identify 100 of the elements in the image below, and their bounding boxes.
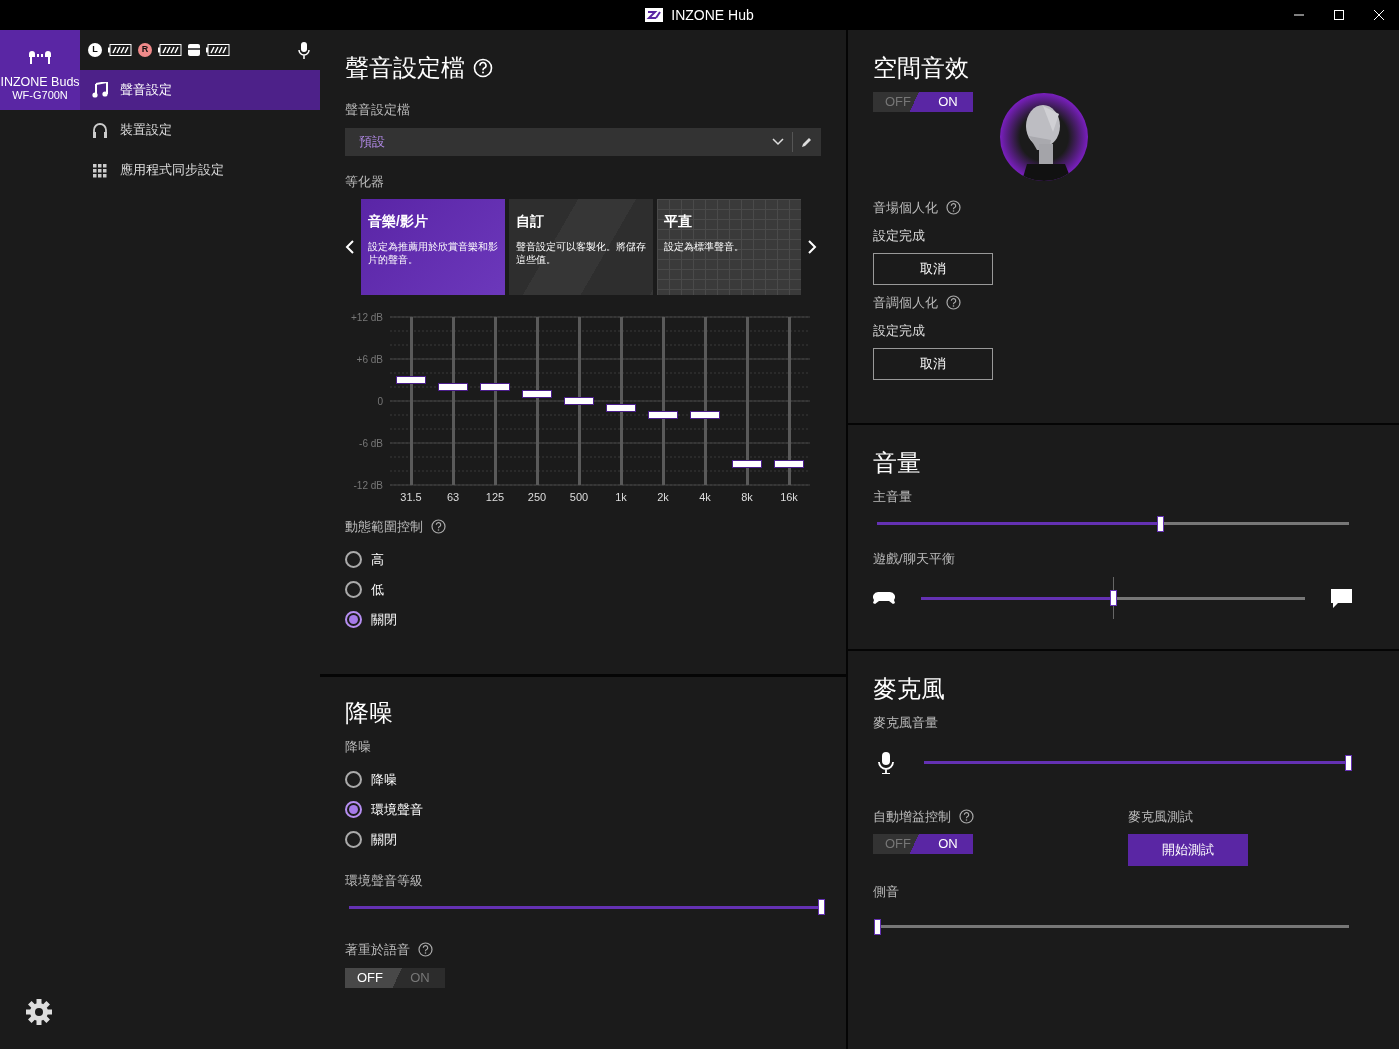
device-model: WF-G700N	[12, 89, 68, 102]
setting-label: 音調個人化	[873, 294, 938, 312]
microphone-icon[interactable]	[298, 41, 310, 59]
slider-thumb[interactable]	[396, 376, 426, 384]
earbud-indicator: L	[88, 43, 102, 57]
section-title: 麥克風	[873, 674, 946, 704]
radio-button[interactable]	[345, 831, 362, 848]
toggle-switch[interactable]: OFF ON	[873, 92, 973, 112]
chat-bubble-icon	[1331, 588, 1352, 608]
logo-icon	[645, 8, 664, 22]
section-title: 聲音設定檔	[345, 53, 465, 83]
headphones-icon	[92, 121, 108, 139]
slider-thumb[interactable]	[732, 460, 762, 468]
chevron-right-icon[interactable]	[805, 239, 819, 255]
scale-label: -6 dB	[359, 438, 383, 449]
band-label: 63	[446, 490, 460, 504]
preset-description: 聲音設定可以客製化。將儲存這些值。	[516, 240, 646, 266]
nav-item[interactable]: 聲音設定	[80, 70, 320, 110]
setting-label: 自動增益控制	[873, 807, 951, 826]
band-label: 31.5	[400, 490, 422, 504]
slider-thumb[interactable]	[774, 460, 804, 468]
preset-title: 音樂/影片	[368, 212, 429, 231]
toggle-switch[interactable]: OFF ON	[873, 834, 973, 854]
gamepad-icon	[873, 591, 895, 605]
device-tile[interactable]: INZONE Buds WF-G700N	[0, 30, 80, 110]
close-icon[interactable]	[1374, 10, 1384, 20]
device-name: INZONE Buds	[0, 75, 80, 89]
slider-label: 側音	[873, 883, 900, 901]
band-label: 250	[527, 490, 547, 504]
preset-card[interactable]: 音樂/影片 設定為推薦用於欣賞音樂和影片的聲音。	[361, 199, 505, 295]
help-icon[interactable]	[959, 808, 974, 824]
slider-thumb[interactable]	[438, 383, 468, 391]
scale-label: -12 dB	[353, 480, 383, 491]
nav-item[interactable]: 應用程式同步設定	[80, 150, 320, 190]
radio-label: 關閉	[371, 610, 397, 629]
slider-thumb[interactable]	[648, 411, 678, 419]
status-text: 設定完成	[873, 321, 926, 340]
cancel-button[interactable]: 取消	[873, 348, 993, 380]
cancel-button[interactable]: 取消	[873, 253, 993, 285]
setting-label: 音場個人化	[873, 199, 938, 217]
radio-label: 關閉	[371, 830, 397, 849]
window-title: INZONE Hub	[671, 5, 754, 25]
slider-thumb[interactable]	[606, 404, 636, 412]
battery-icon	[206, 44, 230, 56]
radio-label: 環境聲音	[371, 800, 423, 819]
band-label: 2k	[657, 490, 669, 504]
section-label: 等化器	[345, 172, 385, 191]
radio-button[interactable]	[345, 581, 362, 598]
slider-thumb[interactable]	[1345, 754, 1352, 771]
slider-thumb[interactable]	[522, 390, 552, 398]
scale-label: +12 dB	[351, 312, 383, 323]
band-label: 16k	[780, 490, 798, 504]
setting-label: 著重於語音	[345, 941, 410, 959]
section-title: 空間音效	[873, 53, 970, 83]
preset-description: 設定為標準聲音。	[664, 240, 745, 253]
section-title: 音量	[873, 448, 922, 478]
slider-thumb[interactable]	[1157, 515, 1165, 532]
radio-button[interactable]	[345, 801, 362, 818]
slider-thumb[interactable]	[1110, 590, 1117, 606]
help-icon[interactable]	[431, 519, 446, 535]
band-label: 1k	[615, 490, 627, 504]
preset-title: 平直	[664, 212, 693, 231]
slider-thumb[interactable]	[690, 411, 720, 419]
section-label: 麥克風測試	[1128, 807, 1194, 826]
help-icon[interactable]	[946, 200, 961, 216]
slider-label: 環境聲音等級	[345, 871, 424, 890]
band-label: 500	[569, 490, 589, 504]
field-label: 聲音設定檔	[345, 101, 411, 119]
earbud-indicator: R	[138, 43, 152, 57]
radio-button[interactable]	[345, 551, 362, 568]
slider-thumb[interactable]	[818, 899, 825, 915]
help-icon[interactable]	[946, 295, 961, 311]
band-label: 4k	[699, 490, 711, 504]
status-text: 設定完成	[873, 226, 926, 245]
slider-thumb[interactable]	[874, 918, 881, 935]
chevron-left-icon[interactable]	[343, 239, 357, 255]
settings-icon[interactable]	[24, 997, 54, 1027]
band-label: 125	[485, 490, 505, 504]
radio-label: 高	[371, 550, 384, 569]
slider-thumb[interactable]	[564, 397, 594, 405]
slider-label: 遊戲/聊天平衡	[873, 549, 956, 568]
preset-card[interactable]: 平直 設定為標準聲音。	[657, 199, 801, 295]
slider-thumb[interactable]	[480, 383, 510, 391]
toggle-switch[interactable]: OFF ON	[345, 967, 445, 988]
preset-description: 設定為推薦用於欣賞音樂和影片的聲音。	[368, 240, 498, 266]
radio-button[interactable]	[345, 611, 362, 628]
radio-button[interactable]	[345, 771, 362, 788]
maximize-icon[interactable]	[1334, 10, 1344, 20]
case-icon	[188, 44, 200, 56]
nav-item[interactable]: 裝置設定	[80, 110, 320, 150]
slider-label: 麥克風音量	[873, 714, 939, 732]
pencil-icon	[801, 135, 813, 148]
help-icon[interactable]	[418, 942, 433, 958]
band-label: 8k	[741, 490, 753, 504]
start-test-button[interactable]: 開始測試	[1128, 834, 1248, 866]
preset-card[interactable]: 自訂 聲音設定可以客製化。將儲存這些值。	[509, 199, 653, 295]
earbuds-icon	[27, 51, 53, 65]
scale-label: +6 dB	[356, 354, 383, 365]
battery-icon	[108, 44, 132, 56]
section-title: 降噪	[345, 698, 394, 728]
